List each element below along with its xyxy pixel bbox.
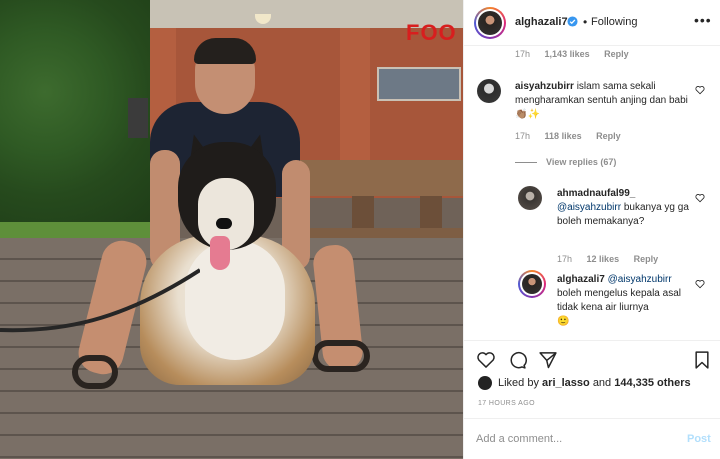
post-header: alghazali7 • Following •••: [464, 0, 720, 46]
comment-text: boleh mengelus kepala asal tidak kena ai…: [557, 288, 681, 313]
comment-username[interactable]: alghazali7: [557, 274, 605, 285]
view-replies-button[interactable]: View replies (67): [546, 157, 616, 167]
comment-time: 17h: [557, 254, 573, 264]
photo-table: [298, 160, 463, 196]
avatar[interactable]: [477, 79, 501, 103]
comment-time: 17h: [515, 131, 531, 141]
post-timestamp[interactable]: 17 HOURS AGO: [478, 400, 535, 407]
photo-poster: [377, 67, 461, 101]
view-replies-line: [515, 162, 537, 163]
heart-icon[interactable]: [695, 85, 705, 95]
comments-list[interactable]: 17h 1,143 likes Reply aisyahzubirr islam…: [464, 47, 720, 340]
more-icon[interactable]: •••: [694, 12, 712, 28]
reply-button[interactable]: Reply: [596, 131, 621, 141]
likes-count[interactable]: 144,335 others: [614, 377, 690, 389]
comment-time: 17h: [515, 49, 531, 59]
comment-likes[interactable]: 118 likes: [545, 131, 582, 141]
comment-username[interactable]: aisyahzubirr: [515, 81, 574, 92]
comment-username[interactable]: ahmadnaufal99_: [557, 188, 635, 199]
comment-meta: 17h 1,143 likes Reply: [515, 49, 641, 59]
share-icon[interactable]: [538, 350, 558, 370]
avatar[interactable]: [478, 376, 492, 390]
bookmark-icon[interactable]: [692, 350, 712, 370]
post-actions: [464, 340, 720, 380]
person-sandal: [312, 340, 370, 372]
comment-likes[interactable]: 12 likes: [587, 254, 620, 264]
avatar[interactable]: [518, 186, 542, 210]
post-side-panel: alghazali7 • Following ••• 17h 1,143 lik…: [463, 0, 720, 459]
comment-emoji: 👏🏽✨: [515, 109, 540, 120]
avatar[interactable]: [518, 270, 546, 298]
heart-icon[interactable]: [695, 279, 705, 289]
comment-meta: 17h 118 likes Reply: [515, 131, 633, 141]
comment-mention[interactable]: @aisyahzubirr: [608, 274, 672, 285]
person-sandal: [72, 355, 118, 389]
photo-sign: FOO: [406, 20, 457, 45]
post-photo[interactable]: FOO: [0, 0, 463, 459]
dog-chest: [185, 240, 285, 360]
liked-by-user[interactable]: ari_lasso: [542, 377, 590, 389]
comment-input[interactable]: Add a comment...: [476, 433, 562, 445]
reply-button[interactable]: Reply: [634, 254, 659, 264]
heart-icon[interactable]: [476, 350, 496, 370]
comment-body: aisyahzubirr islam sama sekali mengharam…: [515, 80, 693, 122]
dog-nose: [216, 218, 232, 229]
person-hair: [194, 38, 256, 64]
avatar[interactable]: [474, 7, 506, 39]
comment-emoji: 🙂: [557, 316, 570, 327]
verified-icon: [567, 16, 578, 27]
heart-icon[interactable]: [695, 193, 705, 203]
post-button[interactable]: Post: [687, 433, 711, 445]
liked-by: Liked by ari_lasso and 144,335 others: [478, 376, 691, 390]
comment-icon[interactable]: [507, 350, 527, 370]
comment-likes[interactable]: 1,143 likes: [545, 49, 590, 59]
liked-by-and: and: [592, 377, 612, 389]
dog-leash: [0, 268, 200, 333]
reply-button[interactable]: Reply: [604, 49, 629, 59]
following-button[interactable]: Following: [591, 16, 637, 28]
comment-mention[interactable]: @aisyahzubirr: [557, 202, 621, 213]
comment-body: alghazali7 @aisyahzubirr boleh mengelus …: [557, 273, 691, 329]
comment-body: ahmadnaufal99_ @aisyahzubirr bukanya yg …: [557, 187, 691, 229]
post-author-username[interactable]: alghazali7: [515, 16, 568, 28]
liked-by-prefix: Liked by: [498, 377, 539, 389]
post-window: FOO alghazali7 • Following ••• 17h 1,143…: [0, 0, 720, 459]
dog-tongue: [210, 236, 230, 270]
photo-speaker: [128, 98, 148, 138]
comment-composer: Add a comment... Post: [464, 418, 720, 459]
comment-meta: 17h 12 likes Reply: [557, 254, 670, 264]
header-separator: •: [583, 15, 588, 29]
